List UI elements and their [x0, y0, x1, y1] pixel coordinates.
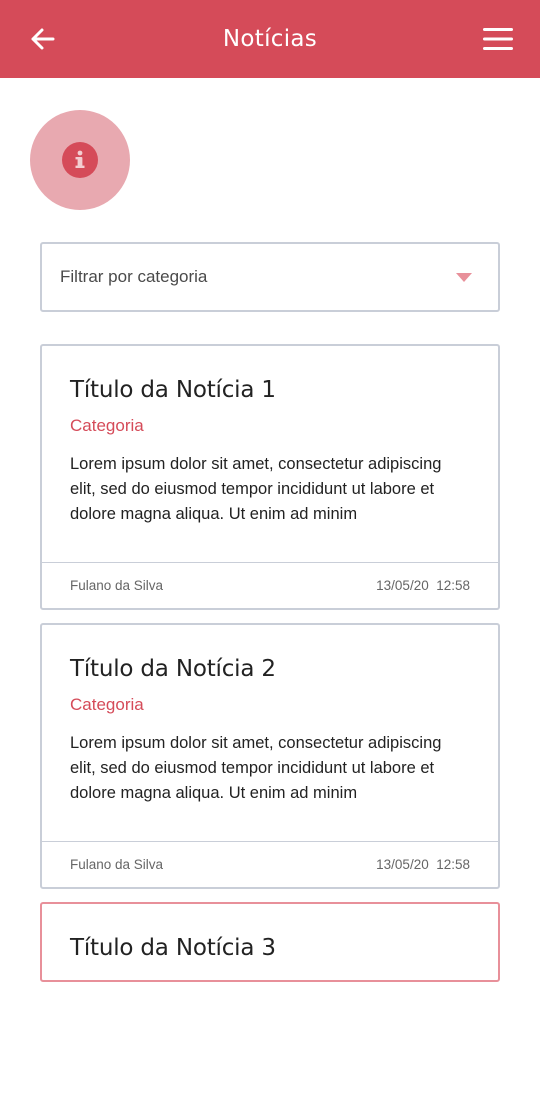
info-icon	[62, 142, 98, 178]
news-excerpt: Lorem ipsum dolor sit amet, consectetur …	[70, 455, 442, 523]
menu-button[interactable]	[478, 22, 518, 56]
news-excerpt: Lorem ipsum dolor sit amet, consectetur …	[70, 734, 442, 802]
news-date: 13/05/20 12:58	[376, 578, 470, 593]
news-card[interactable]: Título da Notícia 2 Categoria Lorem ipsu…	[40, 623, 500, 889]
hamburger-menu-icon	[483, 28, 513, 50]
news-card-body: Título da Notícia 1 Categoria Lorem ipsu…	[42, 346, 498, 562]
news-title: Título da Notícia 3	[70, 935, 276, 961]
news-card[interactable]: Título da Notícia 1 Categoria Lorem ipsu…	[40, 344, 500, 610]
news-card[interactable]: Título da Notícia 3	[40, 902, 500, 982]
news-card-body: Título da Notícia 2 Categoria Lorem ipsu…	[42, 625, 498, 841]
news-author: Fulano da Silva	[70, 857, 164, 872]
news-title: Título da Notícia 2	[70, 656, 276, 682]
caret-down-icon	[456, 272, 472, 282]
news-date: 13/05/20 12:58	[376, 857, 470, 872]
page-title: Notícias	[222, 26, 318, 52]
news-card-footer: Fulano da Silva 13/05/20 12:58	[42, 841, 498, 887]
category-filter-select[interactable]: Filtrar por categoria	[40, 242, 500, 312]
filter-placeholder: Filtrar por categoria	[60, 267, 208, 286]
arrow-left-icon	[31, 28, 55, 50]
app-bar: Notícias	[0, 0, 540, 78]
news-title: Título da Notícia 1	[70, 377, 276, 403]
back-button[interactable]	[22, 22, 62, 56]
info-button[interactable]	[30, 110, 130, 210]
news-card-footer: Fulano da Silva 13/05/20 12:58	[42, 562, 498, 608]
news-author: Fulano da Silva	[70, 578, 164, 593]
news-category: Categoria	[70, 416, 144, 435]
news-card-body: Título da Notícia 3	[42, 904, 498, 1120]
news-category: Categoria	[70, 695, 144, 714]
